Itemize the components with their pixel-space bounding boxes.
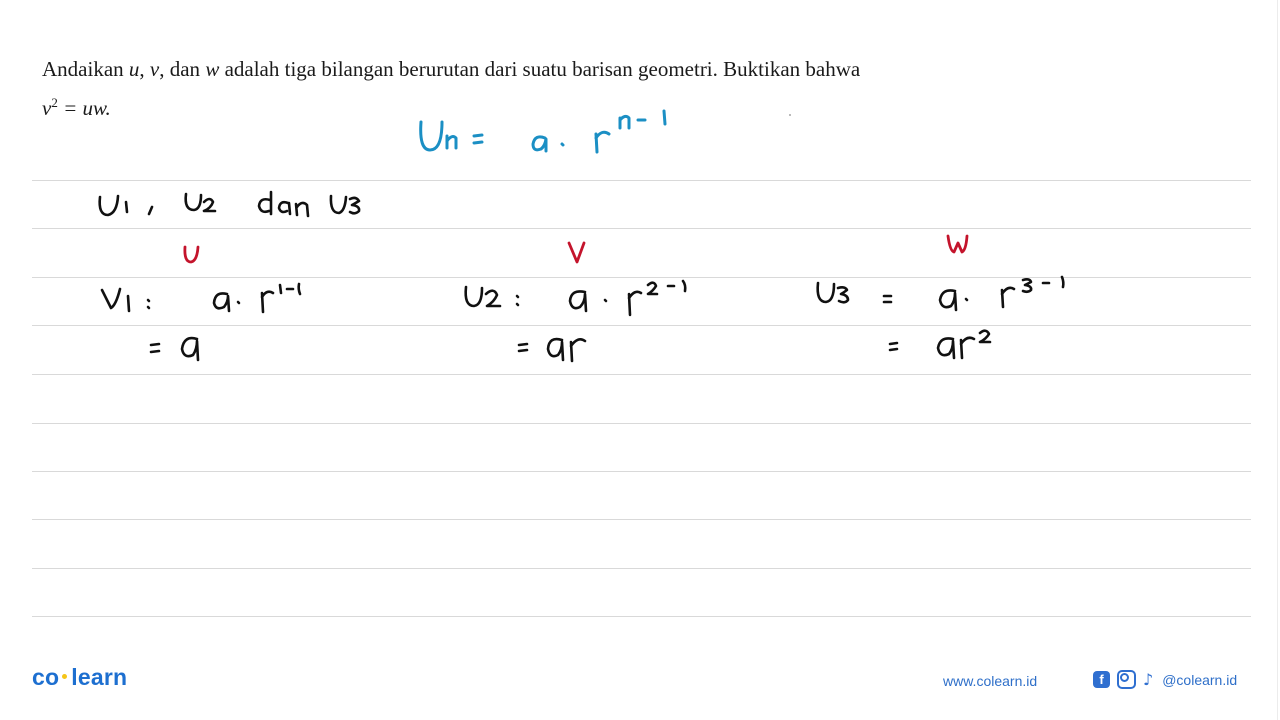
- colearn-logo: co learn: [32, 664, 127, 691]
- website-link[interactable]: www.colearn.id: [943, 673, 1037, 689]
- instagram-icon[interactable]: [1117, 670, 1136, 689]
- u3-strokes: [816, 275, 1065, 360]
- facebook-icon[interactable]: f: [1093, 671, 1110, 688]
- logo-part-learn: learn: [71, 664, 128, 690]
- tiktok-icon[interactable]: ♪: [1143, 670, 1153, 689]
- logo-dot: [62, 674, 68, 680]
- whiteboard-page: Andaikan u, v, dan w adalah tiga bilanga…: [0, 0, 1278, 720]
- social-handle[interactable]: @colearn.id: [1162, 672, 1237, 688]
- social-links: f ♪ @colearn.id: [1093, 670, 1237, 689]
- logo-part-co: co: [32, 664, 60, 690]
